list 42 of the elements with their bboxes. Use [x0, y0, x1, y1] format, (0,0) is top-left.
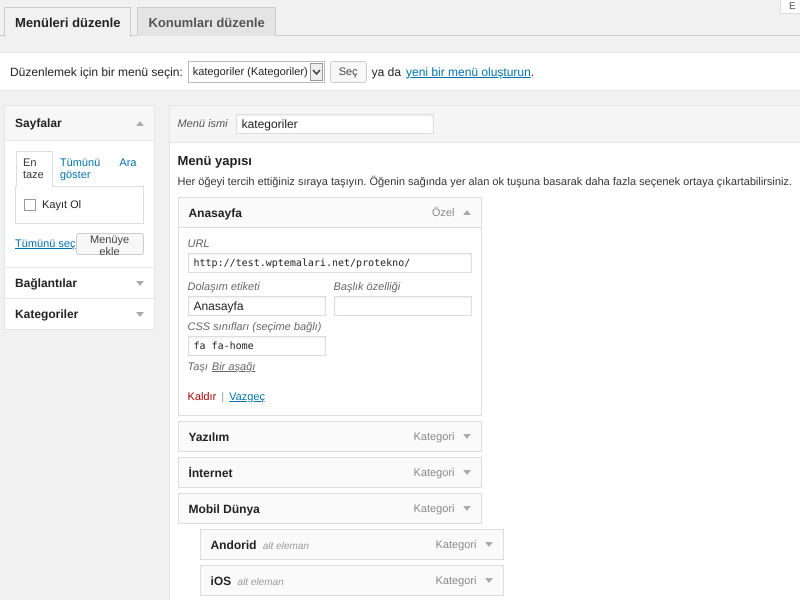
panel-tab[interactable]: Ara: [112, 151, 144, 186]
navigation-label-label: Dolaşım etiketi: [188, 281, 261, 293]
move-down-link[interactable]: Bir aşağı: [212, 361, 256, 373]
tab[interactable]: Konumları düzenle: [137, 7, 276, 36]
accordion-header[interactable]: Sayfalar: [5, 106, 154, 141]
navigation-label-field[interactable]: Anasayfa: [188, 296, 326, 316]
remove-link[interactable]: Kaldır: [188, 391, 216, 403]
accordion-header[interactable]: Kategoriler: [5, 299, 154, 329]
select-all-link[interactable]: Tümünü seç: [15, 238, 76, 250]
menu-name-label: Menü ismi: [178, 118, 228, 130]
add-to-menu-button[interactable]: Menüye ekle: [76, 233, 144, 255]
accordion-header[interactable]: Bağlantılar: [5, 268, 154, 298]
separator-text: |: [221, 391, 224, 403]
corner-button[interactable]: E: [780, 0, 800, 14]
panel-tab[interactable]: En taze: [16, 151, 53, 187]
create-menu-link[interactable]: yeni bir menü oluşturun: [406, 64, 531, 78]
title-attribute-field[interactable]: [334, 296, 472, 316]
select-label: Düzenlemek için bir menü seçin:: [10, 64, 183, 78]
panel-tab[interactable]: Tümünü göster: [52, 151, 112, 186]
period-text: .: [530, 64, 534, 78]
menu-name-field[interactable]: kategoriler: [236, 114, 434, 134]
or-text: ya da: [372, 64, 402, 78]
url-field[interactable]: http://test.wptemalari.net/protekno/: [188, 253, 472, 273]
menu-item[interactable]: Andorid alt eleman Kategori: [200, 529, 504, 560]
url-label: URL: [188, 238, 211, 250]
checkbox-label: Kayıt Ol: [42, 199, 82, 211]
checkbox[interactable]: [24, 199, 36, 211]
section-heading: Menü yapısı: [178, 153, 253, 168]
menu-item[interactable]: Mobil Dünya Kategori: [178, 493, 482, 524]
css-classes-label: CSS sınıfları (seçime bağlı): [188, 321, 322, 333]
move-label: Taşı: [188, 361, 208, 373]
menu-dropdown[interactable]: kategoriler (Kategoriler): [188, 60, 325, 82]
cancel-link[interactable]: Vazgeç: [229, 391, 265, 403]
menu-item[interactable]: Yazılım Kategori: [178, 421, 482, 452]
tab[interactable]: Menüleri düzenle: [4, 7, 132, 37]
description-text: Her öğeyi tercih ettiğiniz sıraya taşıyın. Öğenin sağında yer alan ok tuşuna basarak daha fazla seçenek ortaya çıkartabilirsiniz.: [178, 176, 792, 188]
select-button[interactable]: Seç: [330, 60, 367, 82]
css-classes-field[interactable]: fa fa-home: [188, 336, 326, 356]
menu-item[interactable]: Anasayfa Özel URL http://test.wptemalari.net/protekno/ Dolaşım etiketi Anasayfa Başlık özelliği CSS sınıfları (seçime bağlı) fa fa-home Taşı Bir aşağı Kaldır | Vazgeç: [178, 197, 482, 416]
menu-item[interactable]: İnternet Kategori: [178, 457, 482, 488]
menu-item[interactable]: iOS alt eleman Kategori: [200, 565, 504, 596]
title-attribute-label: Başlık özelliği: [334, 281, 402, 293]
